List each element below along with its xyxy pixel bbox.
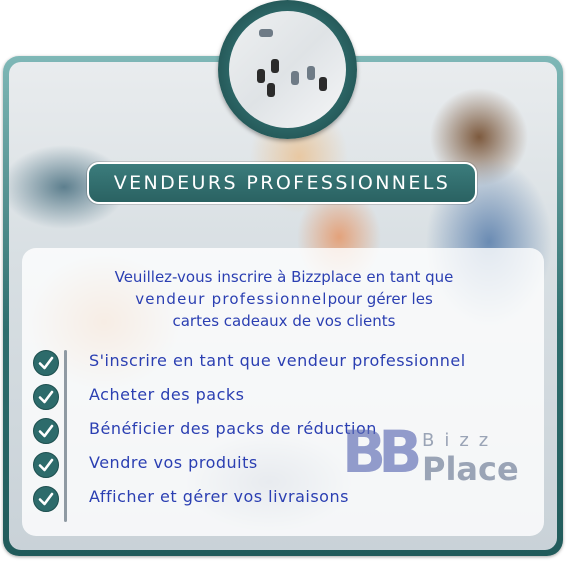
feature-text: Afficher et gérer vos livraisons	[89, 487, 349, 506]
person-figure	[267, 83, 275, 97]
section-title-badge: VENDEURS PROFESSIONNELS	[87, 162, 477, 204]
person-figure	[319, 77, 327, 91]
intro-line-1: Veuillez-vous inscrire à Bizzplace en ta…	[114, 268, 454, 286]
intro-line-2: vendeur professionnelpour gérer les	[0, 288, 568, 310]
avatar-ring	[218, 0, 357, 139]
list-rail	[64, 350, 67, 522]
intro-line-3: cartes cadeaux de vos clients	[172, 312, 396, 330]
section-title: VENDEURS PROFESSIONNELS	[113, 172, 451, 194]
intro-text: Veuillez-vous inscrire à Bizzplace en ta…	[0, 266, 568, 332]
feature-text: Acheter des packs	[89, 385, 245, 404]
intro-emphasis: vendeur professionnel	[135, 290, 328, 308]
person-figure	[291, 71, 299, 85]
logo-bottom: Place	[422, 450, 519, 488]
check-circle-icon	[33, 418, 59, 444]
person-figure	[257, 69, 265, 83]
logo-top: Bizz	[422, 430, 499, 451]
feature-text: Bénéficier des packs de réduction	[89, 419, 377, 438]
team-photo-avatar	[229, 11, 346, 128]
logo-mark: BB	[342, 418, 422, 486]
check-circle-icon	[33, 384, 59, 410]
feature-text: S'inscrire en tant que vendeur professio…	[89, 351, 466, 370]
furniture	[259, 29, 273, 37]
person-figure	[271, 59, 279, 73]
bizzplace-logo: BB Bizz Place	[342, 420, 532, 490]
person-figure	[307, 66, 315, 80]
feature-text: Vendre vos produits	[89, 453, 258, 472]
intro-line-2-rest: pour gérer les	[327, 290, 433, 308]
check-circle-icon	[33, 486, 59, 512]
check-circle-icon	[33, 350, 59, 376]
check-circle-icon	[33, 452, 59, 478]
